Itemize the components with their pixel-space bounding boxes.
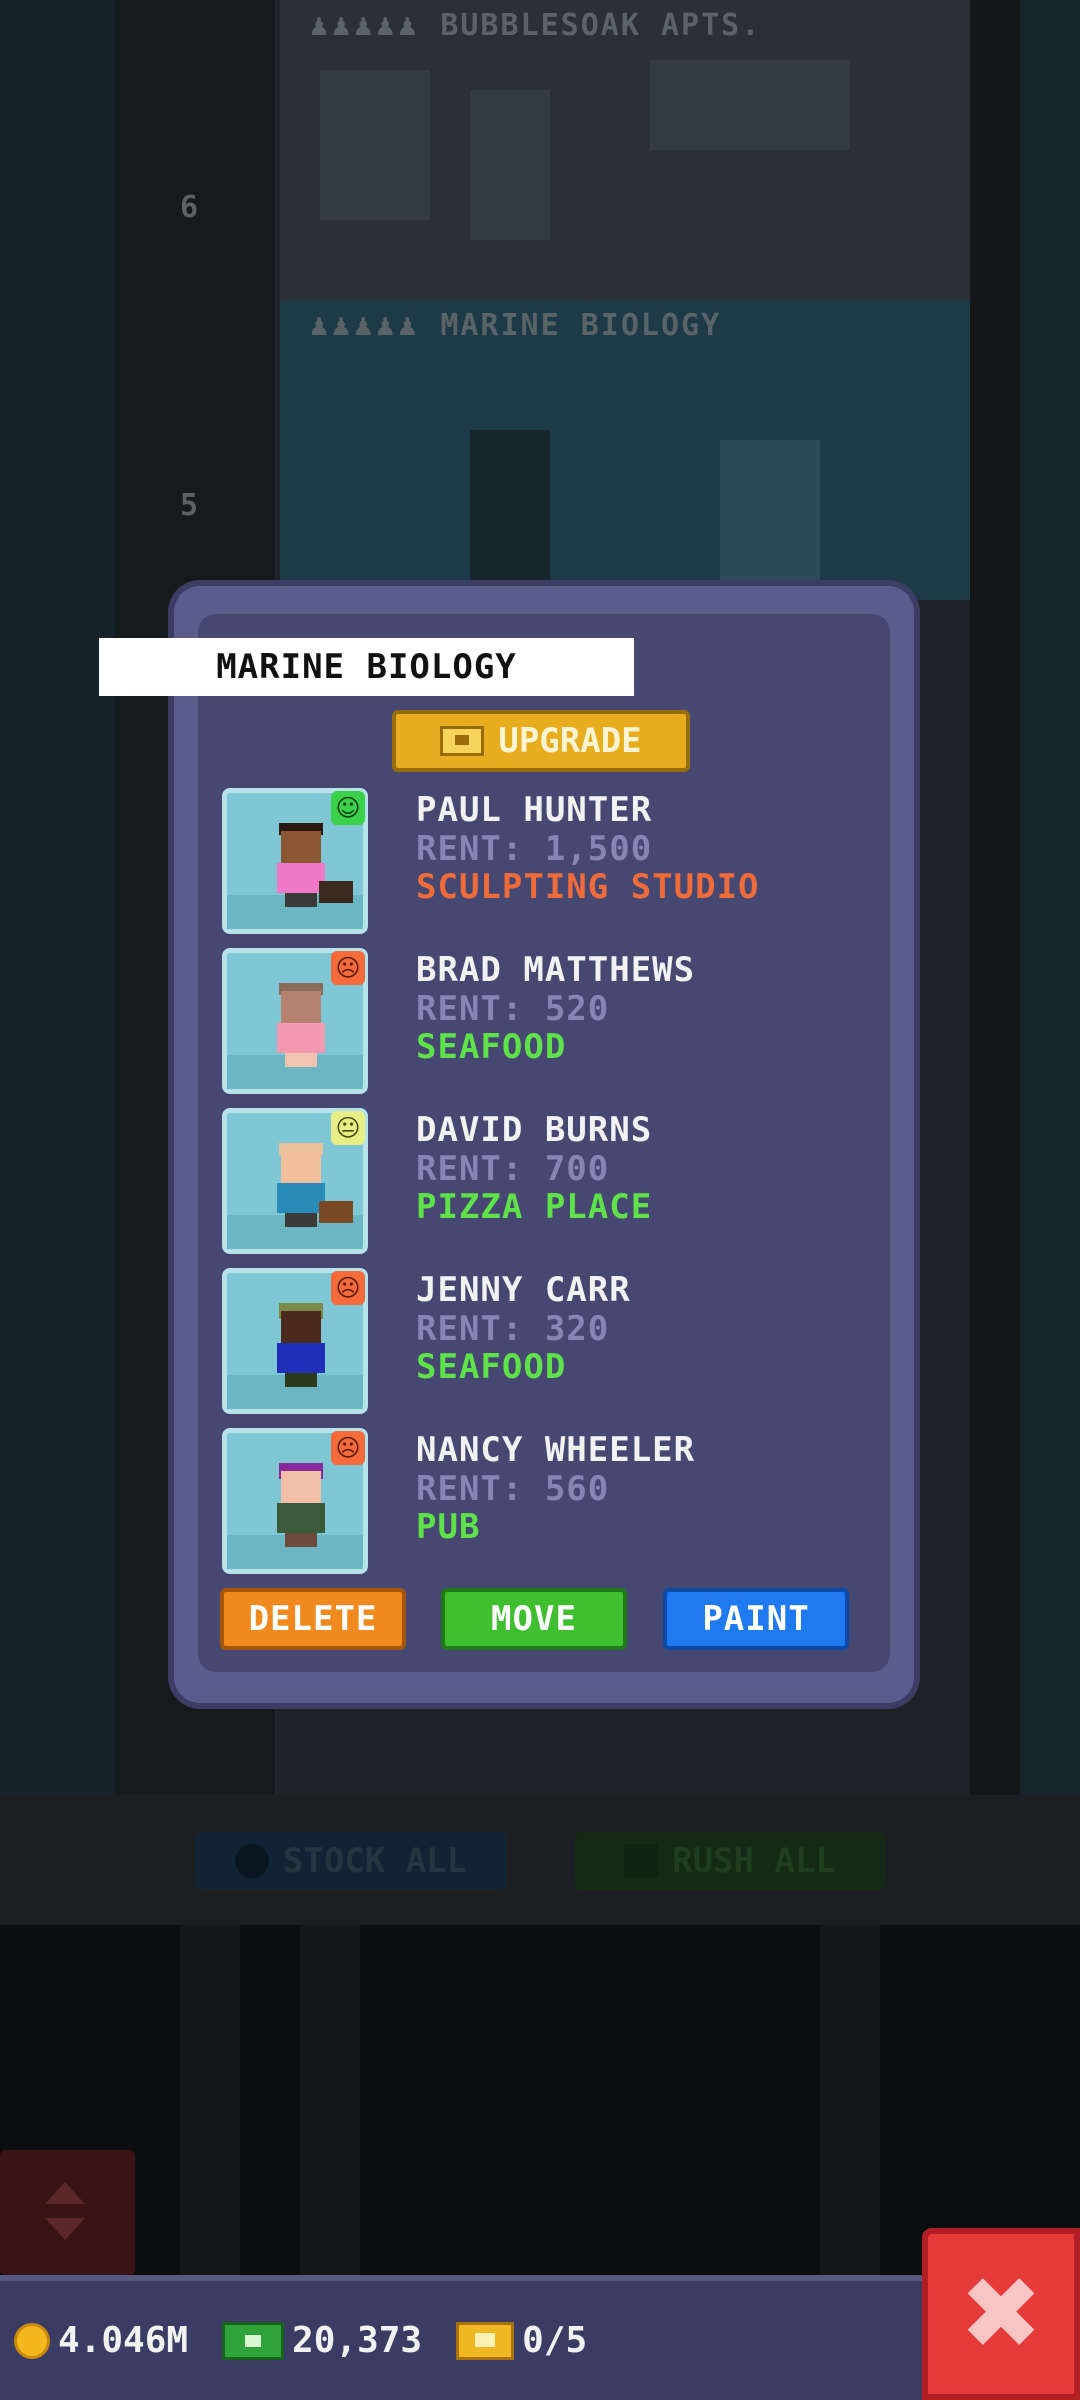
- avatar: [277, 823, 325, 907]
- happy-face-icon: ☺: [331, 791, 365, 825]
- vip-counter: 0/5: [456, 2320, 587, 2361]
- resident-row[interactable]: 😐 DAVID BURNS RENT: 700 PIZZA PLACE: [222, 1108, 842, 1256]
- resident-portrait[interactable]: ☹: [222, 948, 368, 1094]
- floor-number-6: 6: [180, 190, 199, 225]
- dialog-title[interactable]: MARINE BIOLOGY: [99, 638, 634, 696]
- bux-value: 20,373: [292, 2320, 423, 2361]
- pet-dog: [319, 1201, 353, 1223]
- resident-name: BRAD MATTHEWS: [416, 950, 696, 990]
- coins-counter: 4.046M: [14, 2320, 188, 2361]
- pet-seal: [319, 881, 353, 903]
- fridge: [720, 440, 820, 580]
- elevator-cable: [300, 1925, 360, 2275]
- resident-rent: RENT: 1,500: [416, 829, 653, 869]
- resident-rent: RENT: 700: [416, 1149, 610, 1189]
- sky-left: [0, 0, 115, 1795]
- resident-row[interactable]: ☹ BRAD MATTHEWS RENT: 520 SEAFOOD: [222, 948, 842, 1096]
- avatar: [277, 983, 325, 1067]
- resident-rent: RENT: 520: [416, 989, 610, 1029]
- resident-job[interactable]: PUB: [416, 1508, 695, 1546]
- avatar: [277, 1463, 325, 1547]
- window: [650, 60, 850, 150]
- floor-bubblesoak-apts[interactable]: ♟♟♟♟♟ BUBBLESOAK APTS.: [280, 0, 970, 300]
- upgrade-button[interactable]: UPGRADE: [392, 710, 690, 772]
- arrow-up-icon: [45, 2182, 85, 2204]
- arrow-down-icon: [45, 2218, 85, 2240]
- resident-name: NANCY WHEELER: [416, 1430, 696, 1470]
- resident-portrait[interactable]: ☹: [222, 1428, 368, 1574]
- clock-icon: [234, 1844, 269, 1878]
- resident-portrait[interactable]: ☺: [222, 788, 368, 934]
- lobby-bar: [0, 1795, 1080, 1925]
- vip-value: 0/5: [522, 2320, 588, 2361]
- resident-row[interactable]: ☺ PAUL HUNTER RENT: 1,500 SCULPTING STUD…: [222, 788, 842, 936]
- delete-button[interactable]: DELETE: [220, 1588, 406, 1650]
- elevator-control-button[interactable]: [0, 2150, 135, 2275]
- avatar: [277, 1303, 325, 1387]
- door: [470, 430, 550, 580]
- floor-sign-marine: MARINE BIOLOGY: [440, 308, 722, 343]
- avatar: [277, 1143, 325, 1227]
- bux-icon: [624, 1844, 659, 1878]
- resident-row[interactable]: ☹ JENNY CARR RENT: 320 SEAFOOD: [222, 1268, 842, 1416]
- tower-wall: [970, 0, 1020, 1795]
- rush-all-label: RUSH ALL: [672, 1841, 836, 1881]
- close-icon: ✖: [959, 2255, 1043, 2372]
- bux-counter: 20,373: [222, 2320, 422, 2361]
- sky-right: [1020, 0, 1080, 1795]
- golden-ticket-icon: [456, 2321, 515, 2360]
- resident-job[interactable]: SEAFOOD: [416, 1348, 631, 1386]
- resident-rent: RENT: 320: [416, 1309, 610, 1349]
- floor-sign-apts: BUBBLESOAK APTS.: [440, 8, 762, 43]
- resident-name: PAUL HUNTER: [416, 790, 653, 830]
- resident-job[interactable]: SEAFOOD: [416, 1028, 695, 1066]
- resident-portrait[interactable]: 😐: [222, 1108, 368, 1254]
- resident-name: DAVID BURNS: [416, 1110, 653, 1150]
- resident-name: JENNY CARR: [416, 1270, 631, 1310]
- resident-rent: RENT: 560: [416, 1469, 610, 1509]
- elevator-cable: [820, 1925, 880, 2275]
- move-button[interactable]: MOVE: [441, 1588, 627, 1650]
- paint-button[interactable]: PAINT: [663, 1588, 849, 1650]
- window: [320, 70, 430, 220]
- sad-face-icon: ☹: [331, 1431, 365, 1465]
- stock-all-button[interactable]: STOCK ALL: [195, 1832, 507, 1890]
- coins-value: 4.046M: [58, 2320, 189, 2361]
- stock-all-label: STOCK ALL: [282, 1841, 468, 1881]
- tower-bux-icon: [222, 2321, 285, 2360]
- bux-icon: [440, 726, 485, 756]
- upgrade-label: UPGRADE: [498, 721, 642, 761]
- coin-icon: [14, 2322, 50, 2359]
- door: [470, 90, 550, 240]
- elevator-cable: [180, 1925, 240, 2275]
- neutral-face-icon: 😐: [331, 1111, 365, 1145]
- resident-portrait[interactable]: ☹: [222, 1268, 368, 1414]
- sad-face-icon: ☹: [331, 951, 365, 985]
- rush-all-button[interactable]: RUSH ALL: [575, 1832, 885, 1890]
- resident-job[interactable]: SCULPTING STUDIO: [416, 868, 760, 906]
- floor-number-5: 5: [180, 488, 199, 523]
- sad-face-icon: ☹: [331, 1271, 365, 1305]
- resident-job[interactable]: PIZZA PLACE: [416, 1188, 652, 1226]
- resident-row[interactable]: ☹ NANCY WHEELER RENT: 560 PUB: [222, 1428, 842, 1576]
- status-bar: 4.046M 20,373 0/5: [0, 2275, 930, 2400]
- close-button[interactable]: ✖: [922, 2228, 1080, 2400]
- floor-marine-biology[interactable]: ♟♟♟♟♟ MARINE BIOLOGY: [280, 300, 970, 600]
